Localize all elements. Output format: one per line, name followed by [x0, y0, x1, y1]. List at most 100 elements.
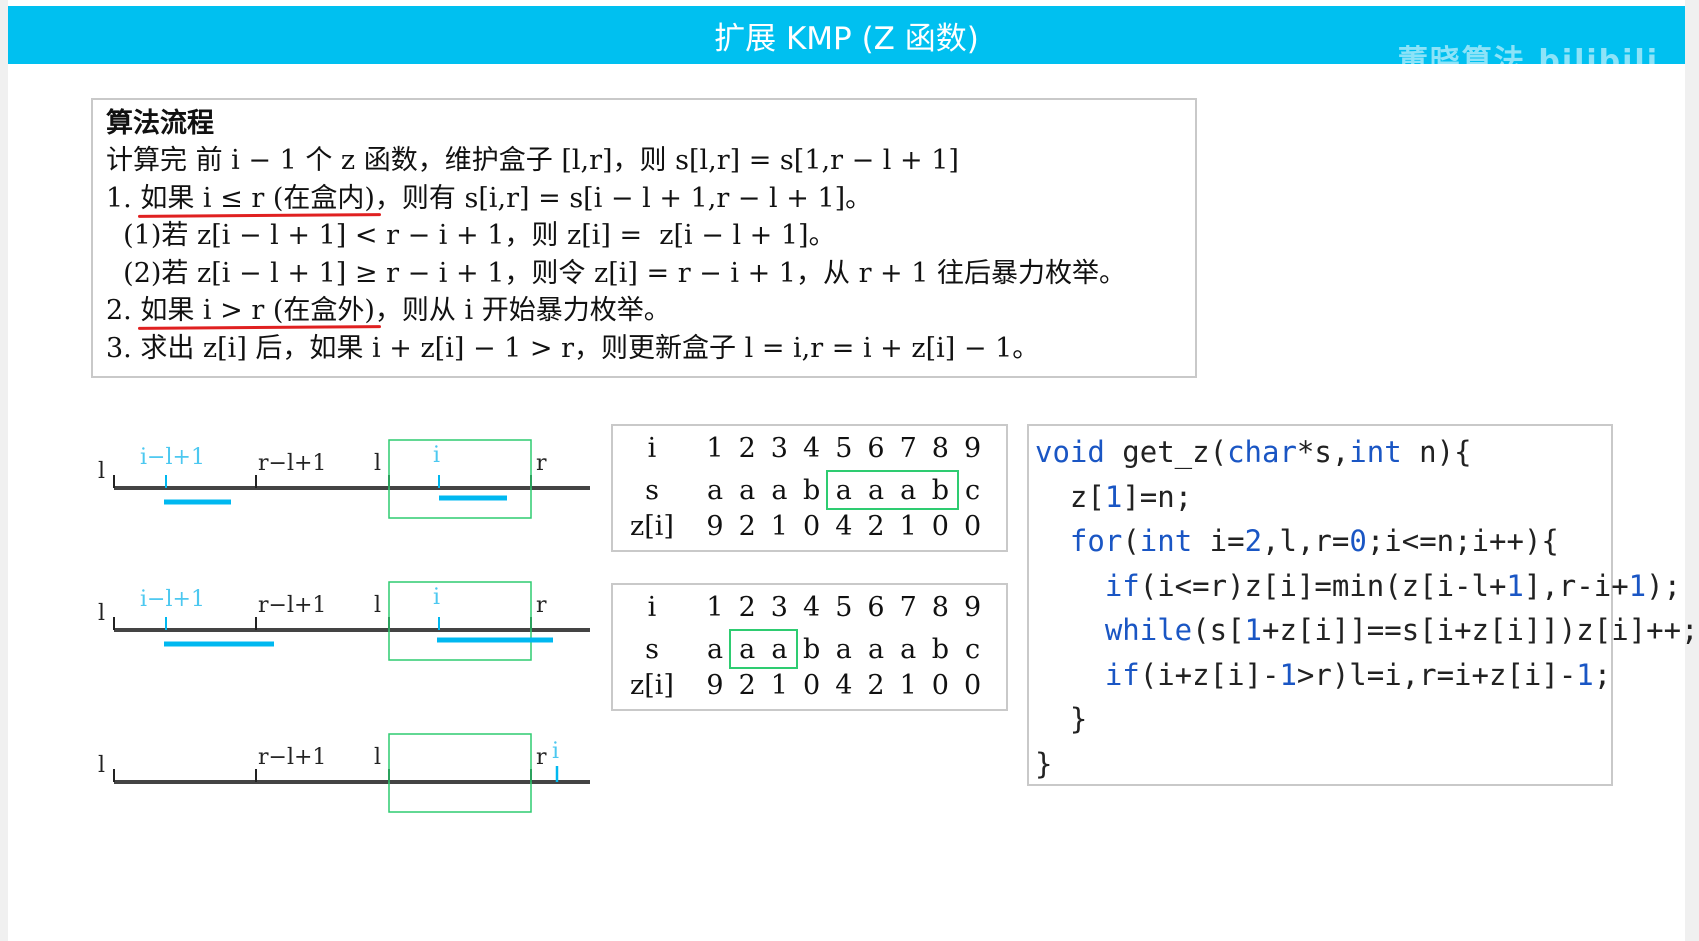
table-cell: b: [931, 634, 950, 665]
table-cell: 0: [931, 511, 949, 542]
table-cell: a: [706, 634, 724, 665]
table-cell: 0: [964, 670, 982, 701]
table-cell: 9: [964, 592, 982, 623]
table-cell: 8: [931, 592, 949, 623]
code-box: void get_z(char*s,int n){ z[1]=n; for(in…: [1027, 424, 1699, 786]
algorithm-title: 算法流程: [106, 108, 214, 139]
label-i: i: [433, 443, 440, 468]
label-r-l-1: r−l+1: [258, 593, 326, 618]
box-diagram: l i−l+1 r−l+1 l i r l i−l+1 r−l+1 l i r: [98, 439, 590, 813]
algorithm-step-1: 1. 如果 i ≤ r (在盒内)，则有 s[i,r] = s[i − l + …: [106, 180, 1182, 218]
algorithm-step-1a: (1)若 z[i − l + 1] < r − i + 1，则 z[i] = z…: [106, 220, 836, 251]
table-row-i: i 123456789: [613, 589, 1006, 627]
label-l: l: [98, 459, 105, 484]
match-highlight-box: [729, 629, 798, 669]
diagram-row-inside-case-2: l i−l+1 r−l+1 l i r: [98, 581, 590, 661]
code-line-1: void get_z(char*s,int n){: [1035, 435, 1472, 469]
table-cell: 9: [964, 433, 982, 464]
algorithm-box: 算法流程 计算完 前 i − 1 个 z 函数，维护盒子 [l,r]，则 s[l…: [91, 98, 1197, 378]
table-cell: 1: [770, 511, 788, 542]
page-title: 扩展 KMP (Z 函数): [714, 20, 979, 57]
table-cell: 2: [738, 592, 756, 623]
label-i: i: [552, 739, 559, 764]
box-l-r: [388, 439, 532, 519]
row-label: i: [647, 592, 657, 623]
step-1-number: 1.: [106, 182, 141, 214]
code-line-5: while(s[1+z[i]]==s[i+z[i]])z[i]++;: [1104, 613, 1699, 647]
row-label: i: [647, 433, 657, 464]
table-cell: 3: [770, 592, 788, 623]
table-cell: 8: [931, 433, 949, 464]
step-1-condition: 如果 i ≤ r (在盒内): [140, 182, 375, 214]
table-cell: 0: [964, 511, 982, 542]
table-cell: 4: [835, 670, 853, 701]
table-cell: a: [771, 475, 788, 506]
step-2-number: 2.: [106, 295, 141, 326]
table-cell: 6: [867, 592, 885, 623]
table-cell: a: [835, 634, 852, 665]
label-r-l-1: r−l+1: [258, 451, 326, 476]
table-cell: 7: [899, 592, 917, 623]
code-line-4: if(i<=r)z[i]=min(z[i-l+1],r-i+1);: [1104, 568, 1682, 603]
label-i: i: [433, 585, 440, 610]
right-margin: [1685, 0, 1699, 941]
table-cell: 1: [899, 670, 917, 701]
bilibili-watermark: 董晓算法 bilibili: [1397, 44, 1659, 79]
diagram-row-inside-case-1: l i−l+1 r−l+1 l i r: [98, 439, 590, 519]
algorithm-step-1b: (2)若 z[i − l + 1] ≥ r − i + 1，则令 z[i] = …: [106, 257, 1127, 289]
table-cell: 1: [770, 670, 788, 701]
table-cell: b: [802, 475, 821, 506]
diagram-row-outside-case: l r−l+1 l r i: [98, 733, 590, 813]
table-cell: 1: [706, 433, 724, 464]
table-cell: c: [965, 634, 981, 665]
label-l2: l: [374, 745, 381, 770]
table-cell: 2: [867, 670, 885, 701]
row-label: z[i]: [630, 670, 674, 701]
label-l2: l: [374, 451, 381, 476]
code-line-8: }: [1035, 746, 1053, 781]
label-r: r: [536, 745, 547, 770]
table-cell: 1: [899, 511, 917, 542]
table-cell: 4: [803, 433, 821, 464]
table-cell: c: [965, 475, 981, 506]
table-cell: b: [802, 634, 821, 665]
table-cell: 7: [899, 433, 917, 464]
table-cell: 1: [706, 592, 724, 623]
table-cell: 2: [738, 670, 756, 701]
table-cell: 2: [738, 433, 756, 464]
table-cell: 9: [706, 670, 724, 701]
label-l: l: [98, 753, 105, 778]
label-i-l-1: i−l+1: [140, 587, 205, 612]
code-line-3: for(int i=2,l,r=0;i<=n;i++){: [1069, 524, 1559, 558]
table-cell: 3: [770, 433, 788, 464]
table-cell: 4: [803, 592, 821, 623]
label-r: r: [536, 593, 547, 618]
table-cell: 5: [835, 433, 853, 464]
algorithm-step-3: 3. 求出 z[i] 后，如果 i + z[i] − 1 > r，则更新盒子 l…: [106, 332, 1040, 364]
match-highlight-box: [825, 470, 959, 510]
table-cell: 0: [803, 670, 821, 701]
box-l-r: [388, 733, 532, 813]
label-r-l-1: r−l+1: [258, 745, 326, 770]
z-table-1: i 1 2 3 4 5 6 7 8 9 s a a a b a a a b c z[i] 9 2 1 0 4 2 1 0 0: [611, 424, 1008, 552]
table-cell: a: [706, 475, 724, 506]
label-l2: l: [374, 593, 381, 618]
table-cell: 2: [738, 511, 756, 542]
table-row-z: z[i] 9 2 1 0 4 2 1 0 0: [613, 667, 1006, 705]
table-cell: 0: [931, 670, 949, 701]
table-cell: 4: [835, 511, 853, 542]
row-label: s: [645, 475, 659, 506]
algorithm-step-2: 2. 如果 i > r (在盒外)，则从 i 开始暴力枚举。: [106, 292, 1182, 330]
code-line-6: if(i+z[i]-1>r)l=i,r=i+z[i]-1;: [1104, 657, 1612, 692]
table-cell: 5: [835, 592, 853, 623]
table-cell: a: [867, 634, 885, 665]
box-l-r: [388, 581, 532, 661]
label-l: l: [98, 601, 105, 626]
table-cell: a: [900, 634, 917, 665]
table-cell: a: [739, 475, 756, 506]
table-cell: 0: [803, 511, 821, 542]
table-cell: 9: [706, 511, 724, 542]
row-label: z[i]: [630, 511, 674, 542]
algorithm-intro: 计算完 前 i − 1 个 z 函数，维护盒子 [l,r]，则 s[l,r] =…: [106, 145, 959, 176]
label-i-l-1: i−l+1: [140, 445, 205, 470]
